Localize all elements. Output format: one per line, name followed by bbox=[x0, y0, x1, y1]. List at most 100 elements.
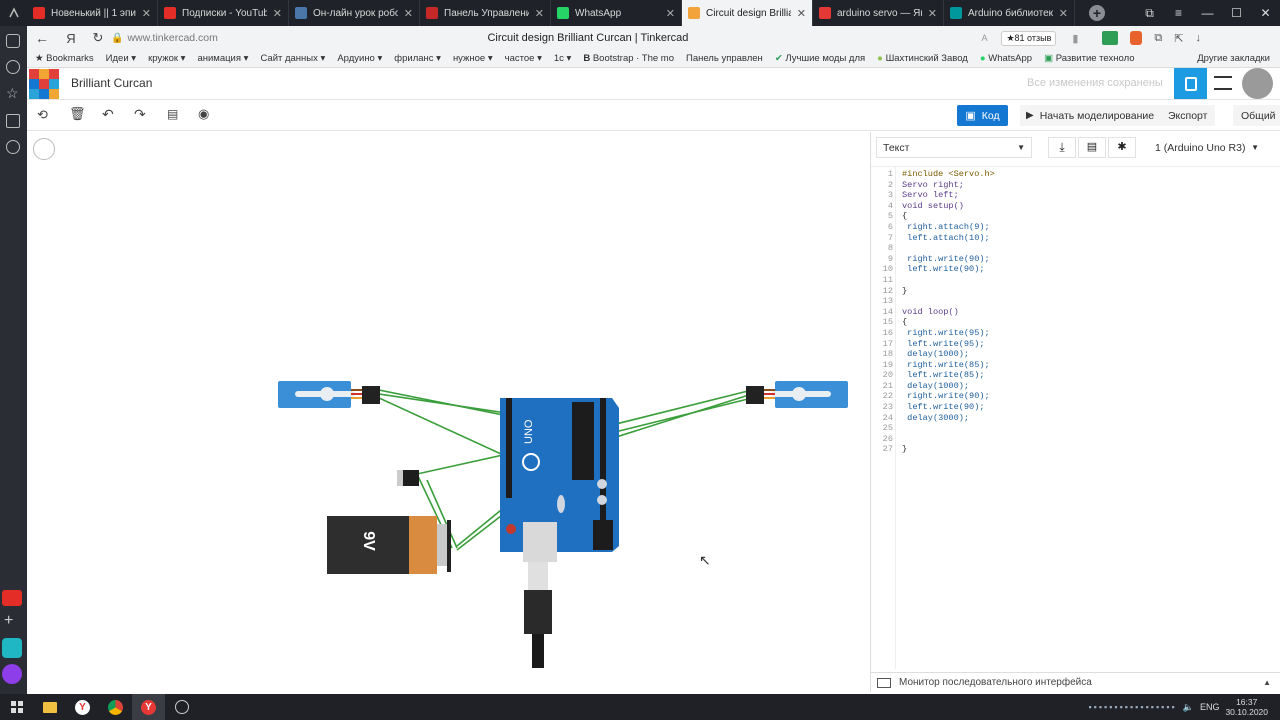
bookmark-item[interactable]: нужное ▾ bbox=[453, 53, 493, 64]
serial-monitor-bar[interactable]: Монитор последовательного интерфейса ▲ bbox=[871, 672, 1280, 692]
rotate-icon[interactable]: ⟲ bbox=[37, 107, 48, 123]
collections-icon[interactable] bbox=[6, 114, 20, 128]
reviews-badge[interactable]: ★81 отзыв bbox=[1001, 30, 1057, 46]
yandex-icon[interactable]: Я bbox=[57, 31, 85, 46]
close-tab-icon[interactable]: ✕ bbox=[535, 7, 544, 20]
clock-icon[interactable] bbox=[6, 60, 20, 74]
bookmark-item[interactable]: Идеи ▾ bbox=[106, 53, 136, 64]
gutter-divider bbox=[895, 167, 896, 669]
bookmark-item[interactable]: ★ Bookmarks bbox=[35, 53, 94, 64]
bookmark-item[interactable]: ● Шахтинский Завод bbox=[877, 53, 968, 64]
circuit-canvas[interactable]: UNO 9V ↖ bbox=[27, 132, 870, 692]
code-mode-select[interactable]: Текст ▼ bbox=[876, 137, 1032, 158]
adblock-icon[interactable] bbox=[1130, 31, 1143, 45]
undo-icon[interactable]: ↶ bbox=[102, 106, 114, 123]
start-button[interactable] bbox=[0, 694, 33, 720]
bookmark-item[interactable]: частое ▾ bbox=[505, 53, 542, 64]
youtube-icon[interactable] bbox=[2, 590, 22, 606]
browser-tab[interactable]: Панель Управления – ✕ bbox=[420, 0, 551, 26]
monitor-icon bbox=[877, 677, 891, 688]
bookmark-item[interactable]: кружок ▾ bbox=[148, 53, 185, 64]
translate-icon[interactable]: A bbox=[981, 33, 987, 43]
browser-tab[interactable]: Он-лайн урок роботот ✕ bbox=[289, 0, 420, 26]
bookmark-item[interactable]: ✔ Лучшие моды для bbox=[775, 53, 865, 64]
url-text[interactable]: www.tinkercad.com bbox=[127, 32, 487, 44]
close-tab-icon[interactable]: ✕ bbox=[666, 7, 675, 20]
delete-icon[interactable]: 🗑 bbox=[69, 106, 86, 122]
circuit-view-button[interactable] bbox=[1174, 68, 1207, 99]
close-window-icon[interactable]: ✕ bbox=[1251, 6, 1280, 20]
download-icon[interactable]: ↓ bbox=[1196, 32, 1202, 44]
back-icon[interactable]: ← bbox=[27, 30, 57, 46]
star-icon[interactable]: ☆ bbox=[6, 85, 19, 102]
app-icon[interactable] bbox=[2, 638, 22, 658]
bookmark-item[interactable]: ▣ Развитие техноло bbox=[1044, 53, 1134, 64]
debugger-icon[interactable]: ✱ bbox=[1108, 137, 1136, 158]
menu-icon[interactable]: ≡ bbox=[1164, 6, 1193, 20]
play-icon[interactable] bbox=[6, 140, 20, 154]
tabs-icon[interactable]: ⧉ bbox=[1135, 6, 1164, 21]
code-button[interactable]: ▣ Код bbox=[957, 105, 1008, 126]
tray-icons[interactable]: ▪▪▪▪▪▪▪▪▪▪▪▪▪▪▪▪▪ bbox=[1088, 702, 1176, 712]
close-tab-icon[interactable]: ✕ bbox=[1059, 7, 1068, 20]
bookmark-item[interactable]: 1с ▾ bbox=[554, 53, 571, 64]
add-panel-icon[interactable]: + bbox=[4, 612, 13, 630]
extension-icon[interactable] bbox=[1102, 31, 1119, 45]
browser-tab[interactable]: arduino servo — Яндек ✕ bbox=[813, 0, 944, 26]
bookmark-item[interactable]: анимация ▾ bbox=[197, 53, 248, 64]
bookmark-item[interactable]: Панель управлен bbox=[686, 53, 763, 64]
board-select[interactable]: 1 (Arduino Uno R3) ▼ bbox=[1149, 137, 1265, 158]
file-explorer-icon[interactable] bbox=[33, 694, 66, 720]
bookmark-item[interactable]: B Bootstrap · The mo bbox=[583, 53, 674, 64]
close-tab-icon[interactable]: ✕ bbox=[142, 7, 151, 20]
bookmark-icon[interactable]: ▮ bbox=[1072, 32, 1078, 45]
browser-tab[interactable]: Новенький || 1 эпизод ✕ bbox=[27, 0, 158, 26]
reload-icon[interactable]: ↻ bbox=[85, 30, 111, 46]
alice-icon[interactable] bbox=[2, 664, 22, 684]
eye-icon[interactable]: ◉ bbox=[198, 106, 209, 122]
recorder-icon[interactable] bbox=[165, 694, 198, 720]
components-list-icon[interactable] bbox=[1214, 76, 1232, 90]
new-tab-button[interactable]: + bbox=[1077, 0, 1117, 26]
close-tab-icon[interactable]: ✕ bbox=[404, 7, 413, 20]
close-tab-icon[interactable]: ✕ bbox=[797, 7, 806, 20]
volume-icon[interactable]: 🔈 bbox=[1183, 702, 1194, 713]
project-name[interactable]: Brilliant Curcan bbox=[71, 76, 152, 90]
language-indicator[interactable]: ENG bbox=[1200, 702, 1220, 712]
browser-tab[interactable]: Подписки - YouTube ✕ bbox=[158, 0, 289, 26]
line-number: 9 bbox=[887, 253, 893, 264]
other-bookmarks[interactable]: Другие закладки bbox=[1197, 53, 1280, 64]
browser-tab[interactable]: Circuit design Brilliant C ✕ bbox=[682, 0, 813, 26]
close-tab-icon[interactable]: ✕ bbox=[273, 7, 282, 20]
redo-icon[interactable]: ↷ bbox=[134, 106, 146, 123]
code-line: 27} bbox=[871, 444, 1280, 455]
library-icon[interactable]: ▤ bbox=[1078, 137, 1106, 158]
bookmark-item[interactable]: фриланс ▾ bbox=[394, 53, 441, 64]
avatar[interactable] bbox=[1242, 68, 1273, 99]
export-button[interactable]: Экспорт bbox=[1160, 105, 1216, 126]
bookmark-item[interactable]: Сайт данных ▾ bbox=[260, 53, 325, 64]
share-button[interactable]: Общий bbox=[1233, 105, 1280, 126]
download-code-icon[interactable]: ⤓ bbox=[1048, 137, 1076, 158]
collections-toolbar-icon[interactable]: ⧉ bbox=[1154, 32, 1162, 45]
notes-icon[interactable]: ▤ bbox=[167, 107, 178, 121]
browser-tab[interactable]: WhatsApp ✕ bbox=[551, 0, 682, 26]
browser-tab[interactable]: Arduino библиотека S ✕ bbox=[944, 0, 1075, 26]
start-simulation-button[interactable]: ▶ Начать моделирование bbox=[1020, 105, 1161, 126]
yandex-browser-icon[interactable]: Y bbox=[66, 694, 99, 720]
code-line: 25 bbox=[871, 423, 1280, 434]
expand-icon[interactable]: ▲ bbox=[1263, 678, 1280, 687]
clock[interactable]: 16:37 30.10.2020 bbox=[1225, 697, 1268, 717]
minimize-icon[interactable]: — bbox=[1193, 6, 1222, 20]
tinkercad-logo[interactable] bbox=[29, 69, 59, 99]
close-tab-icon[interactable]: ✕ bbox=[928, 7, 937, 20]
bookmark-item[interactable]: Ардуино ▾ bbox=[337, 53, 382, 64]
share-icon[interactable]: ⇱ bbox=[1174, 32, 1183, 45]
bell-icon[interactable] bbox=[6, 34, 20, 48]
code-editor[interactable]: 1 #include <Servo.h> 2 Servo right; 3 Servo l… bbox=[871, 166, 1280, 669]
bookmark-item[interactable]: ● WhatsApp bbox=[980, 53, 1032, 64]
browser-menu-icon[interactable] bbox=[0, 0, 27, 26]
yandex-browser-active-icon[interactable]: Y bbox=[132, 694, 165, 720]
chrome-icon[interactable] bbox=[99, 694, 132, 720]
maximize-icon[interactable]: ☐ bbox=[1222, 6, 1251, 20]
